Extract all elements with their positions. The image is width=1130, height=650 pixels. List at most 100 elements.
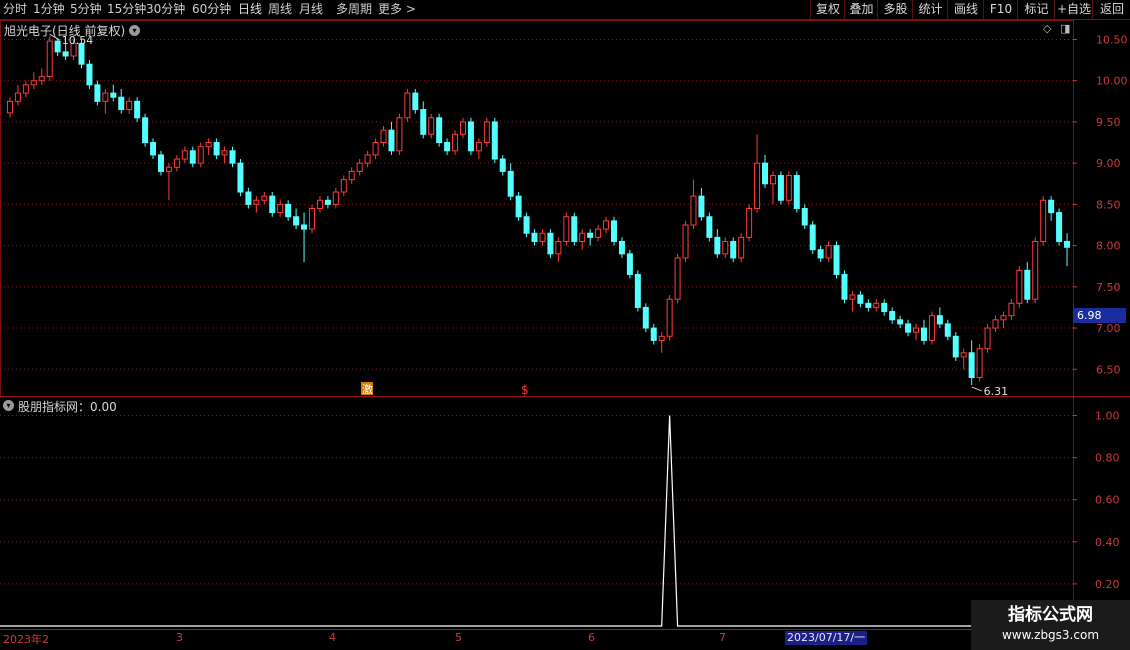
candle-body <box>801 208 808 226</box>
toolbar-button-0[interactable]: 复权 <box>810 0 845 19</box>
y-tick-label: 7.00 <box>1096 322 1121 335</box>
tab-4[interactable]: 30分钟 <box>146 2 185 17</box>
y-tick-label: 8.00 <box>1096 240 1121 253</box>
candle-body <box>920 327 927 341</box>
tab-9[interactable]: 多周期 <box>336 2 372 17</box>
candle-body <box>555 240 562 255</box>
toolbar-button-5[interactable]: F10 <box>983 0 1018 19</box>
candle-body <box>865 302 872 308</box>
date-label: 6 <box>588 631 595 644</box>
candle-body <box>746 208 753 238</box>
candle-body <box>547 232 554 255</box>
watermark: 指标公式网 www.zbgs3.com <box>971 600 1130 650</box>
tab-3[interactable]: 15分钟 <box>107 2 146 17</box>
candle-body <box>642 306 649 329</box>
candle-body <box>157 154 164 172</box>
candle-body <box>86 63 93 86</box>
toolbar-button-1[interactable]: 叠加 <box>844 0 878 19</box>
tab-10[interactable]: 更多 > <box>378 2 416 17</box>
candle-body <box>634 273 641 308</box>
tab-6[interactable]: 日线 <box>238 2 262 17</box>
tab-7[interactable]: 周线 <box>268 2 292 17</box>
candle-body <box>396 117 403 152</box>
toolbar-button-2[interactable]: 多股 <box>877 0 913 19</box>
tab-5[interactable]: 60分钟 <box>192 2 231 17</box>
candle-body <box>698 195 705 218</box>
tab-0[interactable]: 分时 <box>3 2 27 17</box>
candle-body <box>237 162 244 193</box>
candle-body <box>944 323 951 337</box>
candle-body <box>1048 199 1055 214</box>
candle-body <box>539 232 546 242</box>
candle-body <box>563 216 570 242</box>
candle-body <box>754 162 761 209</box>
high-marker-line <box>49 33 60 41</box>
toolbar-button-4[interactable]: 画线 <box>947 0 984 19</box>
indicator-chart[interactable]: 1.00 0.80 0.60 0.40 0.20 <box>0 397 1130 630</box>
candle-body <box>730 240 737 259</box>
candle-body <box>301 224 308 230</box>
candle-body <box>738 236 745 259</box>
tab-2[interactable]: 5分钟 <box>70 2 102 17</box>
candle-body <box>523 216 530 234</box>
low-marker-line <box>971 386 982 392</box>
candle-body <box>142 117 149 144</box>
candle-body <box>491 121 498 160</box>
candle-body <box>1040 199 1047 242</box>
candle-body <box>905 323 912 333</box>
candle-body <box>913 327 920 333</box>
cursor-date-label: 2023/07/17/一 <box>785 631 867 645</box>
watermark-title: 指标公式网 <box>1008 605 1093 625</box>
candle-body <box>308 208 315 230</box>
candle-body <box>22 84 29 94</box>
tab-8[interactable]: 月线 <box>299 2 323 17</box>
candle-body <box>110 92 117 98</box>
candle-body <box>253 199 260 205</box>
candle-body <box>126 100 133 111</box>
candle-body <box>459 121 466 135</box>
indicator-line <box>0 415 1073 627</box>
candle-body <box>1056 212 1063 242</box>
candle-body <box>809 224 816 251</box>
y-tick-label: 10.00 <box>1096 75 1128 88</box>
candle-body <box>714 236 721 255</box>
candle-body <box>626 253 633 275</box>
current-price-tag: 6.98 <box>1074 308 1126 323</box>
candle-body <box>483 121 490 144</box>
candle-body <box>658 335 665 341</box>
candle-body <box>428 117 435 135</box>
tab-1[interactable]: 1分钟 <box>33 2 65 17</box>
toolbar-button-6[interactable]: 标记 <box>1017 0 1055 19</box>
candle-body <box>1016 269 1023 304</box>
candle-body <box>992 319 999 329</box>
candle-body <box>380 129 387 144</box>
candle-body <box>165 166 172 172</box>
candle-body <box>54 40 61 53</box>
candle-body <box>1008 302 1015 317</box>
candle-body <box>173 158 180 168</box>
toolbar-button-7[interactable]: +自选 <box>1054 0 1093 19</box>
candle-body <box>952 335 959 358</box>
candle-body <box>388 129 395 152</box>
kline-chart[interactable]: 10.50 10.00 9.50 9.00 8.50 8.00 7.50 7.00 6.50 10… <box>0 20 1130 397</box>
candle-body <box>690 195 697 226</box>
candle-body <box>793 175 800 209</box>
toolbar-button-3[interactable]: 统计 <box>912 0 948 19</box>
candle-body <box>1064 240 1071 248</box>
candle-body <box>332 191 339 205</box>
candle-body <box>762 162 769 185</box>
y-tick-label: 6.50 <box>1096 363 1121 376</box>
candle-body <box>817 249 824 259</box>
candle-body <box>595 228 602 238</box>
toolbar-button-8[interactable]: 返回 <box>1092 0 1130 19</box>
candle-body <box>785 175 792 201</box>
candle-body <box>269 195 276 214</box>
candle-body <box>452 133 459 152</box>
candle-body <box>984 327 991 350</box>
plot-border <box>0 20 1074 397</box>
y-tick-label: 0.60 <box>1095 494 1120 507</box>
candle-body <box>475 142 482 152</box>
candle-body <box>849 294 856 300</box>
candle-body <box>1024 269 1031 300</box>
candle-body <box>118 96 125 111</box>
